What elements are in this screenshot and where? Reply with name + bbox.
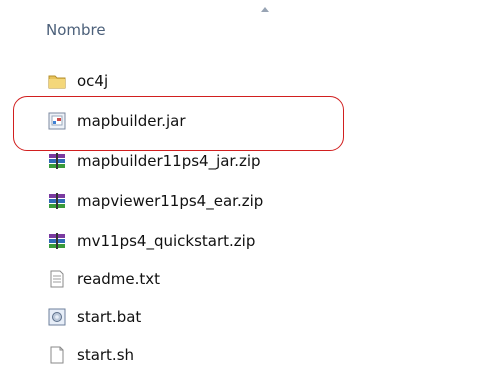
folder-icon <box>47 71 67 91</box>
column-header: Nombre <box>0 0 485 59</box>
file-row-start-bat[interactable]: start.bat <box>30 302 350 332</box>
file-row-readme-txt[interactable]: readme.txt <box>30 264 350 294</box>
batch-file-icon <box>47 307 67 327</box>
file-name: mapviewer11ps4_ear.zip <box>77 192 264 210</box>
file-name: start.sh <box>77 346 135 364</box>
highlight-annotation <box>13 96 344 151</box>
file-row-start-sh[interactable]: start.sh <box>30 340 350 370</box>
file-name: oc4j <box>77 72 109 90</box>
file-name: start.bat <box>77 308 142 326</box>
file-row-oc4j[interactable]: oc4j <box>30 66 350 96</box>
file-row-mapviewer11ps4-ear-zip[interactable]: mapviewer11ps4_ear.zip <box>30 186 350 216</box>
text-file-icon <box>47 269 67 289</box>
winrar-archive-icon <box>47 191 67 211</box>
winrar-archive-icon <box>47 151 67 171</box>
blank-file-icon <box>47 345 67 365</box>
winrar-archive-icon <box>47 231 67 251</box>
file-name: mv11ps4_quickstart.zip <box>77 232 256 250</box>
file-row-mv11ps4-quickstart-zip[interactable]: mv11ps4_quickstart.zip <box>30 226 350 256</box>
file-name: mapbuilder11ps4_jar.zip <box>77 152 261 170</box>
column-header-name[interactable]: Nombre <box>46 21 106 39</box>
sort-ascending-icon[interactable] <box>261 7 269 12</box>
file-name: readme.txt <box>77 270 161 288</box>
